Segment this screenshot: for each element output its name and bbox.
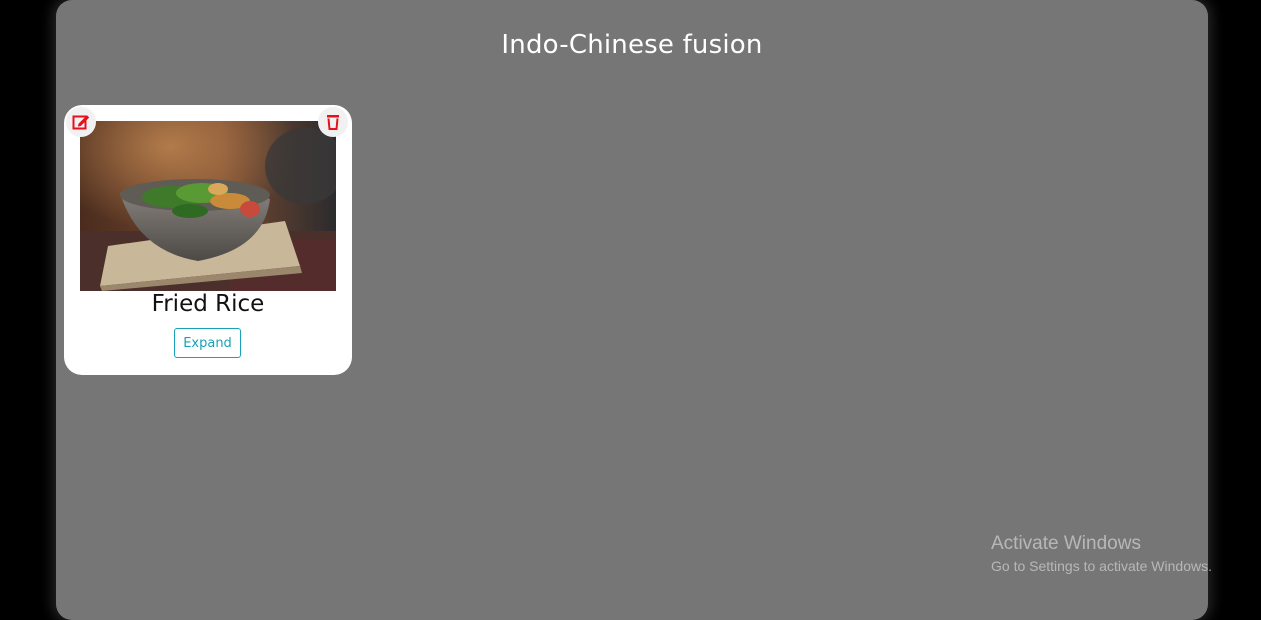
dish-name: Fried Rice — [151, 291, 265, 317]
expand-button[interactable]: Expand — [174, 328, 241, 358]
windows-activation-watermark: Activate Windows Go to Settings to activ… — [991, 533, 1212, 577]
main-panel: Indo-Chinese fusion Fried Rice Expand — [56, 0, 1208, 620]
edit-button[interactable] — [66, 107, 96, 137]
watermark-subtitle: Go to Settings to activate Windows. — [991, 558, 1212, 574]
pencil-square-icon — [72, 115, 90, 130]
dish-card: Fried Rice Expand — [64, 105, 352, 375]
watermark-title: Activate Windows — [991, 533, 1141, 554]
trash-icon — [327, 115, 339, 130]
dish-image — [80, 121, 336, 291]
delete-button[interactable] — [318, 107, 348, 137]
page-title: Indo-Chinese fusion — [501, 30, 763, 60]
